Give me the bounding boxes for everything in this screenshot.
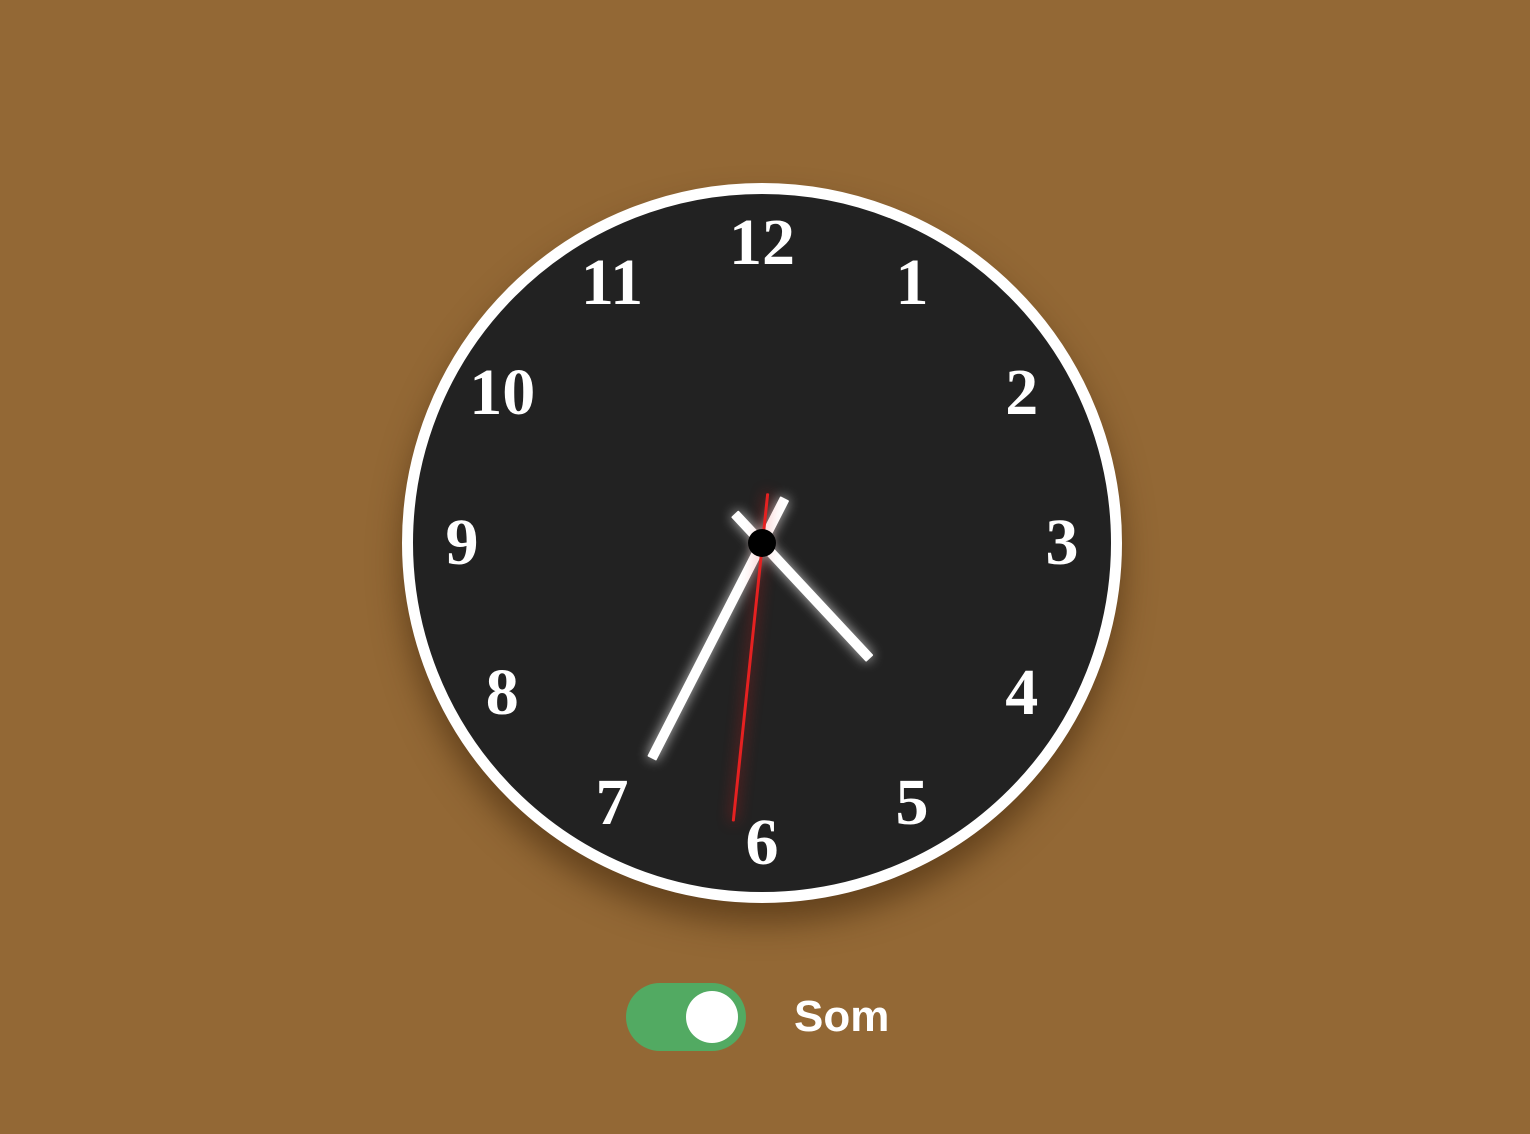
clock-numeral-9: 9 xyxy=(445,506,479,579)
clock-numeral-6: 6 xyxy=(745,806,779,879)
clock-numeral-3: 3 xyxy=(1045,506,1079,579)
analog-clock: 12 1 2 3 4 5 6 7 8 9 10 11 xyxy=(402,183,1122,903)
clock-numeral-7: 7 xyxy=(595,765,629,839)
clock-center-pin xyxy=(748,529,776,557)
clock-numeral-8: 8 xyxy=(485,656,519,729)
sound-toggle-switch[interactable] xyxy=(626,983,746,1051)
clock-numeral-4: 4 xyxy=(1005,656,1039,729)
clock-numeral-12: 12 xyxy=(729,206,795,279)
clock-numeral-5: 5 xyxy=(895,765,929,839)
clock-numeral-1: 1 xyxy=(895,246,929,320)
sound-setting: Som xyxy=(626,983,889,1051)
clock-numeral-10: 10 xyxy=(469,356,536,429)
sound-toggle-label: Som xyxy=(794,992,890,1041)
clock-numeral-11: 11 xyxy=(580,246,644,320)
clock-numeral-2: 2 xyxy=(1005,356,1039,429)
toggle-knob xyxy=(686,991,738,1043)
